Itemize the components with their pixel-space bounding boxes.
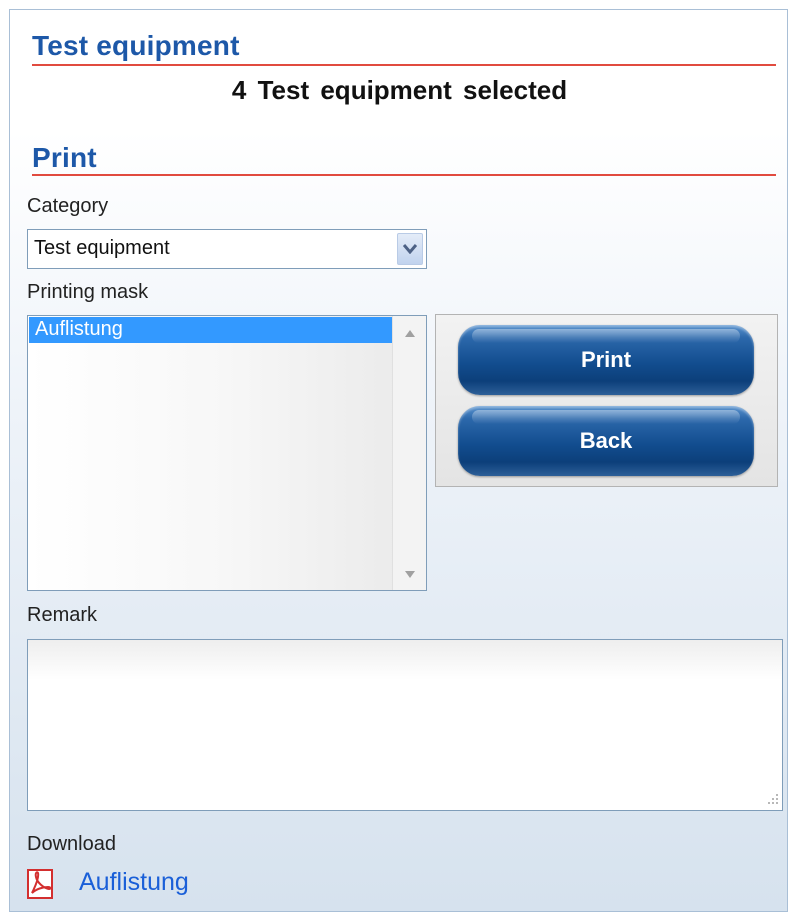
scroll-up-button[interactable] — [393, 322, 426, 344]
section-divider — [32, 64, 776, 66]
print-button[interactable]: Print — [458, 325, 754, 395]
section-divider — [32, 174, 776, 176]
selection-count: 4 — [231, 75, 247, 105]
download-link-auflistung[interactable]: Auflistung — [79, 868, 189, 897]
remark-label: Remark — [27, 604, 98, 626]
action-button-frame: Print Back — [435, 314, 778, 487]
pdf-icon[interactable] — [27, 869, 53, 899]
download-item[interactable]: Auflistung — [27, 864, 189, 900]
dropdown-button[interactable] — [397, 233, 423, 265]
section-title-print: Print — [32, 142, 97, 173]
back-button-label: Back — [579, 428, 633, 453]
category-select[interactable]: Test equipment — [27, 229, 427, 269]
scroll-up-icon — [404, 329, 415, 337]
remark-textarea[interactable] — [27, 639, 783, 811]
category-label: Category — [27, 195, 109, 217]
selection-summary: 4 Test equipment selected — [10, 75, 789, 106]
selection-text: Test equipment selected — [257, 75, 568, 105]
section-title-test-equipment: Test equipment — [32, 30, 240, 61]
printing-mask-listbox[interactable]: Auflistung — [27, 315, 427, 591]
list-item-auflistung[interactable]: Auflistung — [29, 317, 392, 343]
category-selected-value: Test equipment — [34, 237, 170, 259]
download-label: Download — [27, 833, 116, 855]
print-panel: Test equipment 4 Test equipment selected… — [9, 9, 788, 912]
print-button-label: Print — [580, 347, 632, 372]
resize-grip-icon[interactable] — [762, 790, 780, 808]
scroll-down-button[interactable] — [393, 563, 426, 585]
printing-mask-label: Printing mask — [27, 281, 149, 303]
scroll-down-icon — [404, 570, 415, 578]
chevron-down-icon — [403, 244, 417, 254]
listbox-scrollbar[interactable] — [392, 316, 426, 590]
back-button[interactable]: Back — [458, 406, 754, 476]
